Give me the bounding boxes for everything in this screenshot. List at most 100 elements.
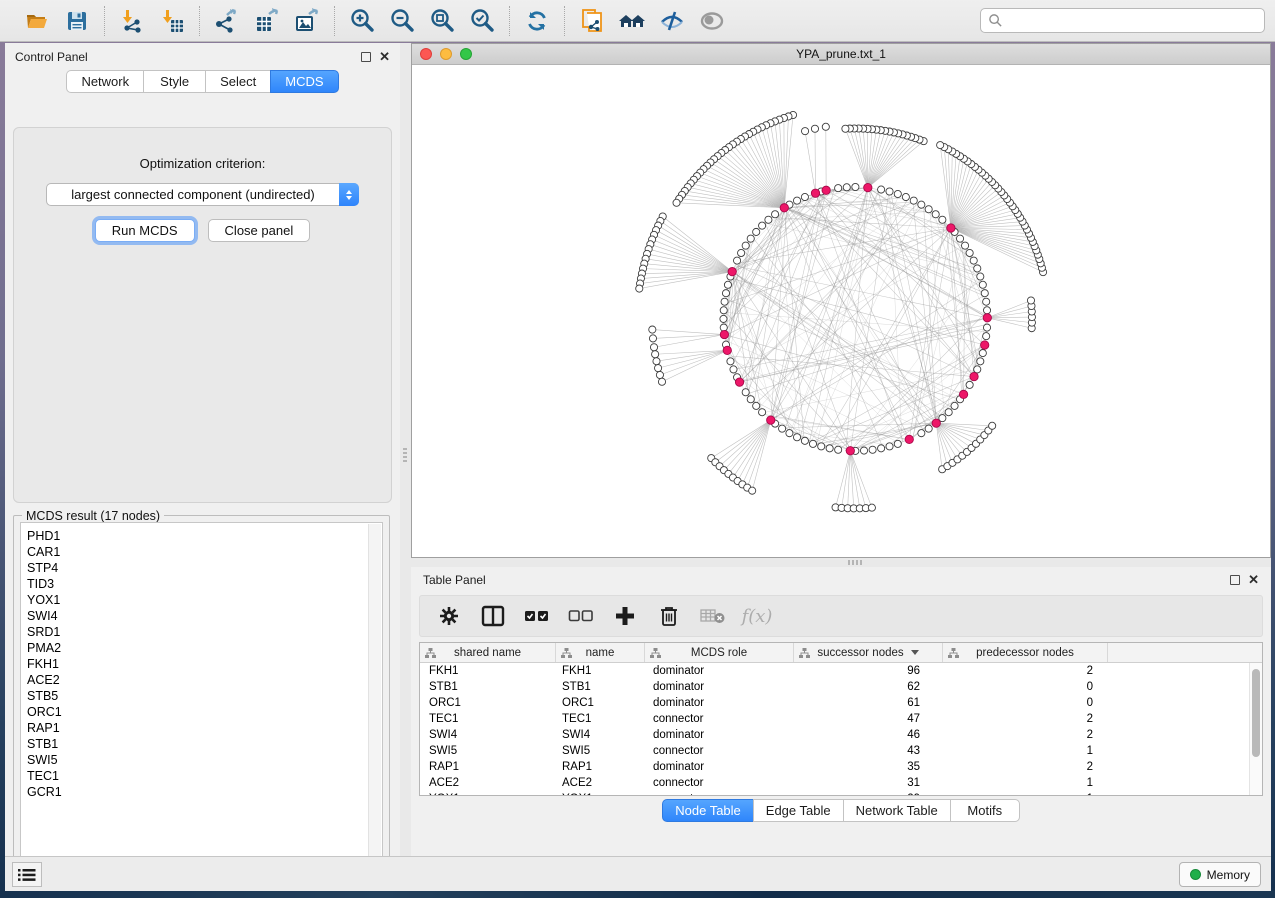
network-node[interactable]	[979, 350, 986, 357]
tab-motifs[interactable]: Motifs	[950, 799, 1020, 822]
table-row[interactable]: SWI4SWI4dominator462	[420, 727, 1249, 743]
mcds-result-item[interactable]: ACE2	[27, 672, 382, 688]
float-window-icon[interactable]	[1230, 575, 1240, 585]
cell-MCDS-role[interactable]: connector	[645, 791, 794, 796]
mcds-result-item[interactable]: CAR1	[27, 544, 382, 560]
cell-name[interactable]: TEC1	[556, 711, 645, 727]
network-node[interactable]	[801, 437, 808, 444]
task-history-button[interactable]	[12, 862, 42, 887]
scrollbar-thumb[interactable]	[1252, 669, 1260, 757]
network-node[interactable]	[749, 487, 756, 494]
network-node[interactable]	[878, 186, 885, 193]
cell-predecessor-nodes[interactable]: 2	[943, 663, 1108, 679]
network-node[interactable]	[636, 285, 643, 292]
result-list-scrollbar[interactable]	[368, 524, 381, 873]
cell-shared-name[interactable]: FKH1	[420, 663, 556, 679]
column-header-MCDS-role[interactable]: MCDS role	[645, 643, 794, 662]
table-row[interactable]: SWI5SWI5connector431	[420, 743, 1249, 759]
network-node[interactable]	[720, 307, 727, 314]
hide-selected-eye-icon[interactable]	[655, 5, 689, 37]
network-node[interactable]	[826, 445, 833, 452]
select-all-checkboxes-icon[interactable]	[522, 601, 552, 631]
network-node[interactable]	[937, 142, 944, 149]
zoom-in-icon[interactable]	[345, 5, 379, 37]
splitter-handle[interactable]	[403, 448, 407, 464]
mcds-result-item[interactable]: GCR1	[27, 784, 382, 800]
network-node[interactable]	[925, 425, 932, 432]
network-node[interactable]	[878, 445, 885, 452]
cell-successor-nodes[interactable]: 35	[794, 759, 943, 775]
cell-predecessor-nodes[interactable]: 1	[943, 791, 1108, 796]
column-header-name[interactable]: name	[556, 643, 645, 662]
network-node[interactable]	[759, 222, 766, 229]
network-node[interactable]	[658, 378, 665, 385]
zoom-fit-icon[interactable]	[425, 5, 459, 37]
mcds-node[interactable]	[947, 224, 955, 232]
network-node[interactable]	[918, 201, 925, 208]
mcds-node[interactable]	[970, 372, 978, 380]
mcds-node[interactable]	[723, 346, 731, 354]
network-node[interactable]	[727, 358, 734, 365]
mcds-node[interactable]	[735, 378, 743, 386]
minimize-traffic-icon[interactable]	[440, 48, 452, 60]
close-window-icon[interactable]: ✕	[1248, 575, 1259, 585]
network-node[interactable]	[649, 326, 656, 333]
network-node[interactable]	[720, 315, 727, 322]
cell-predecessor-nodes[interactable]: 2	[943, 711, 1108, 727]
columns-icon[interactable]	[478, 601, 508, 631]
mcds-result-item[interactable]: SWI5	[27, 752, 382, 768]
network-node[interactable]	[962, 242, 969, 249]
mcds-node[interactable]	[767, 416, 775, 424]
save-icon[interactable]	[60, 5, 94, 37]
network-node[interactable]	[649, 335, 656, 342]
tab-network[interactable]: Network	[66, 70, 143, 93]
network-node[interactable]	[779, 425, 786, 432]
mcds-result-item[interactable]: SRD1	[27, 624, 382, 640]
network-node[interactable]	[753, 228, 760, 235]
network-node[interactable]	[918, 430, 925, 437]
network-node[interactable]	[979, 281, 986, 288]
close-window-icon[interactable]: ✕	[379, 52, 390, 62]
network-node[interactable]	[932, 211, 939, 218]
mcds-result-item[interactable]: TID3	[27, 576, 382, 592]
network-node[interactable]	[801, 193, 808, 200]
network-node[interactable]	[939, 216, 946, 223]
cell-successor-nodes[interactable]: 46	[794, 727, 943, 743]
cell-successor-nodes[interactable]: 96	[794, 663, 943, 679]
cell-predecessor-nodes[interactable]: 2	[943, 727, 1108, 743]
network-node[interactable]	[886, 188, 893, 195]
table-row[interactable]: YOX1YOX1connector291	[420, 791, 1249, 796]
mcds-node[interactable]	[905, 435, 913, 443]
cell-name[interactable]: STB1	[556, 679, 645, 695]
network-canvas[interactable]	[412, 65, 1270, 557]
tab-select[interactable]: Select	[205, 70, 270, 93]
network-node[interactable]	[983, 307, 990, 314]
network-node[interactable]	[656, 371, 663, 378]
deselect-checkboxes-icon[interactable]	[566, 601, 596, 631]
network-node[interactable]	[894, 440, 901, 447]
network-node[interactable]	[738, 249, 745, 256]
cell-successor-nodes[interactable]: 29	[794, 791, 943, 796]
network-node[interactable]	[977, 358, 984, 365]
network-node[interactable]	[809, 440, 816, 447]
cell-name[interactable]: YOX1	[556, 791, 645, 796]
network-node[interactable]	[852, 183, 859, 190]
cell-successor-nodes[interactable]: 43	[794, 743, 943, 759]
refresh-icon[interactable]	[520, 5, 554, 37]
export-table-icon[interactable]	[250, 5, 284, 37]
network-node[interactable]	[722, 290, 729, 297]
network-node[interactable]	[724, 281, 731, 288]
function-builder-icon[interactable]: f(x)	[742, 601, 772, 631]
import-network-icon[interactable]	[115, 5, 149, 37]
show-eye-icon[interactable]	[695, 5, 729, 37]
close-traffic-icon[interactable]	[420, 48, 432, 60]
network-node[interactable]	[842, 125, 849, 132]
network-node[interactable]	[721, 298, 728, 305]
export-network-icon[interactable]	[210, 5, 244, 37]
cell-shared-name[interactable]: SWI4	[420, 727, 556, 743]
network-node[interactable]	[793, 197, 800, 204]
network-node[interactable]	[786, 430, 793, 437]
cell-shared-name[interactable]: SWI5	[420, 743, 556, 759]
mcds-result-item[interactable]: YOX1	[27, 592, 382, 608]
network-node[interactable]	[673, 199, 680, 206]
